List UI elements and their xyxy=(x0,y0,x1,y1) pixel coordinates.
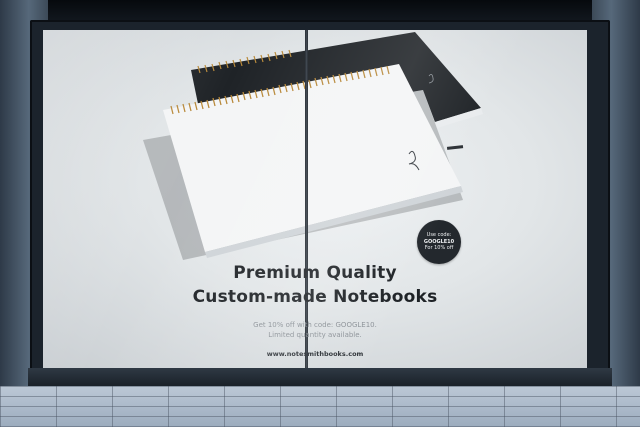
offer-text-line1: Get 10% off with code: GOOGLE10. xyxy=(253,321,377,329)
window-center-mullion xyxy=(305,30,308,368)
promo-code-badge: Use code: GOOGLE10 For 10% off xyxy=(417,220,461,264)
badge-line3: For 10% off xyxy=(424,245,454,252)
website-url: www.notesmithbooks.com xyxy=(266,350,364,358)
sidewalk-pavement xyxy=(0,386,640,427)
offer-text-line2: Limited quantity available. xyxy=(268,331,362,339)
storefront-scene: Use code: GOOGLE10 For 10% off Premium Q… xyxy=(0,0,640,427)
headline-line2: Custom-made Notebooks xyxy=(192,287,438,307)
notebook-label-mark xyxy=(446,145,464,150)
awning-band xyxy=(0,0,640,22)
poster-window: Use code: GOOGLE10 For 10% off Premium Q… xyxy=(43,30,587,368)
headline-line1: Premium Quality xyxy=(233,263,397,283)
window-sill xyxy=(28,368,612,386)
notebooks-illustration xyxy=(143,32,483,260)
